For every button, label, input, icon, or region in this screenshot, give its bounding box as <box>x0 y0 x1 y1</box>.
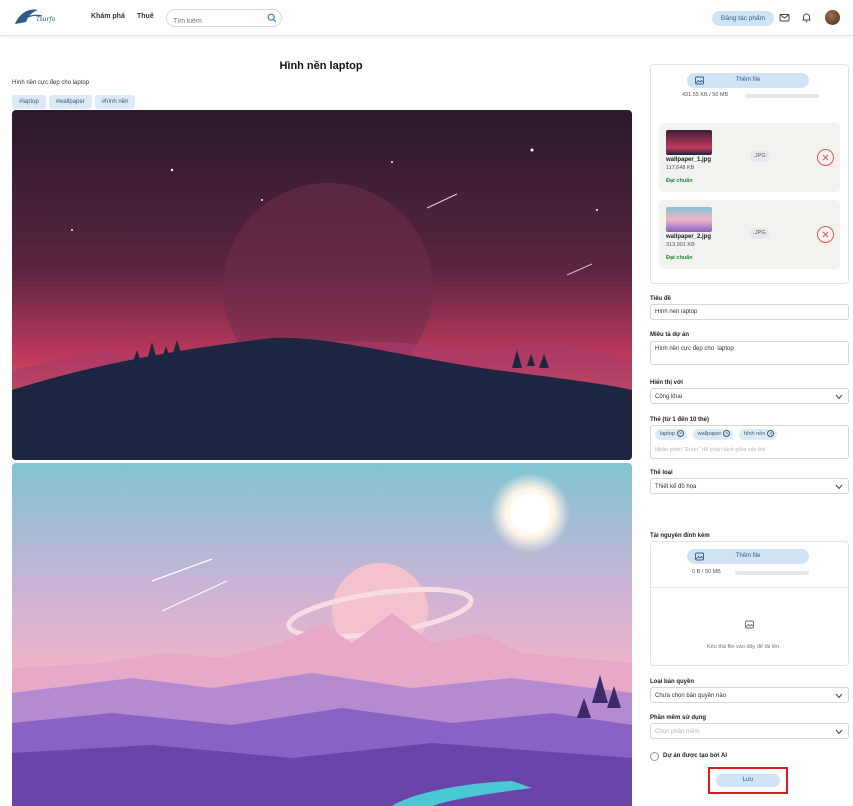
image-icon <box>745 620 754 629</box>
visibility-value: Công khai <box>655 394 683 400</box>
description-label: Miêu tả dự án <box>650 332 690 338</box>
visibility-select[interactable]: Công khai <box>650 388 849 404</box>
tags-label: Thẻ (từ 1 đến 10 thẻ) <box>650 417 710 423</box>
add-file-button[interactable]: Thêm file <box>687 73 809 88</box>
description-field: Hình nền cực đẹp cho laptop <box>650 341 849 365</box>
tag-chip: hình nền × <box>738 429 778 440</box>
nav-hire[interactable]: Thuê <box>137 13 154 20</box>
remove-tag-icon[interactable]: × <box>677 430 684 438</box>
brand-logo[interactable]: Tsurfo <box>12 4 58 30</box>
file-status: Đạt chuẩn <box>666 178 693 184</box>
title-label: Tiêu đề <box>650 296 671 302</box>
add-attachment-button[interactable]: Thêm file <box>687 549 809 564</box>
software-label: Phần mềm sử dụng <box>650 715 707 721</box>
title-input[interactable] <box>651 305 848 319</box>
category-select[interactable]: Thiết kế đồ họa <box>650 478 849 494</box>
ai-project-label: Dự án được tạo bởi AI <box>663 753 728 759</box>
image-icon <box>695 76 704 85</box>
file-size: 313,901 KB <box>666 242 695 248</box>
remove-tag-icon[interactable]: × <box>767 430 775 438</box>
tag-chip-label: laptop <box>660 431 675 437</box>
mail-icon[interactable] <box>779 12 790 23</box>
page-title: Hình nền laptop <box>279 60 363 72</box>
add-attachment-label: Thêm file <box>735 553 761 559</box>
chevron-down-icon <box>835 729 843 735</box>
category-value: Thiết kế đồ họa <box>655 484 697 490</box>
tag-wallpaper[interactable]: #wallpaper <box>48 95 92 109</box>
remove-file-button[interactable] <box>817 149 834 166</box>
software-placeholder: Chọn phần mềm <box>655 729 700 735</box>
add-file-label: Thêm file <box>735 77 761 83</box>
remove-tag-icon[interactable]: × <box>723 430 731 438</box>
wallpaper-image-2 <box>12 463 632 806</box>
attachment-quota-bar <box>735 571 809 575</box>
post-work-button[interactable]: Đăng tác phẩm <box>712 11 774 26</box>
tag-chips: laptop × wallpaper × hình nền × <box>655 429 781 440</box>
file-name: wallpaper_1.jpg <box>666 157 712 163</box>
ai-project-radio[interactable] <box>650 752 659 761</box>
search-box <box>166 9 282 30</box>
search-icon[interactable] <box>267 13 277 23</box>
drop-zone[interactable]: Kéo thả file vào đây để tải lên. <box>651 588 848 665</box>
save-button-highlight: Lưu <box>708 767 788 794</box>
software-select[interactable]: Chọn phần mềm <box>650 723 849 739</box>
upload-quota-bar <box>745 94 819 98</box>
attachments-label: Tài nguyên đính kèm <box>650 533 710 539</box>
file-status: Đạt chuẩn <box>666 255 693 261</box>
description-textarea[interactable]: Hình nền cực đẹp cho laptop <box>651 342 848 362</box>
bell-icon[interactable] <box>801 12 812 23</box>
attachments-panel: Thêm file 0 B / 50 MB Kéo thả file vào đ… <box>650 541 849 666</box>
file-thumbnail <box>666 130 712 155</box>
file-size: 117,648 KB <box>666 165 695 171</box>
drop-zone-text: Kéo thả file vào đây để tải lên. <box>707 644 781 650</box>
search-input[interactable] <box>167 13 263 30</box>
close-icon <box>822 231 829 238</box>
tag-chip: wallpaper × <box>692 429 734 440</box>
license-value: Chưa chọn bản quyền nào <box>655 693 727 699</box>
file-thumbnail <box>666 207 712 232</box>
tag-chip-label: wallpaper <box>697 431 722 437</box>
close-icon <box>822 154 829 161</box>
category-label: Thể loại <box>650 470 673 476</box>
wallpaper-image-1 <box>12 110 632 460</box>
tag-chip: laptop × <box>655 429 687 440</box>
nav-explore[interactable]: Khám phá <box>91 13 125 20</box>
project-tags: #laptop #wallpaper #hình nền <box>12 95 136 109</box>
save-button[interactable]: Lưu <box>716 774 780 787</box>
file-name: wallpaper_2.jpg <box>666 234 712 240</box>
tags-hint: Nhấn phím "Enter" để phân tách giữa các … <box>655 447 766 453</box>
license-select[interactable]: Chưa chọn bản quyền nào <box>650 687 849 703</box>
top-navbar: Tsurfo Khám phá Thuê Đăng tác phẩm <box>0 0 853 36</box>
file-extension-badge: .JPG <box>750 228 769 239</box>
remove-file-button[interactable] <box>817 226 834 243</box>
chevron-down-icon <box>835 394 843 400</box>
tag-hinh-nen[interactable]: #hình nền <box>94 95 136 109</box>
logo-lettering: Tsurfo <box>36 16 56 23</box>
file-extension-badge: .JPG <box>750 151 769 162</box>
file-card: wallpaper_1.jpg 117,648 KB Đạt chuẩn .JP… <box>659 123 840 192</box>
file-card: wallpaper_2.jpg 313,901 KB Đạt chuẩn .JP… <box>659 200 840 269</box>
upload-panel: Thêm file 431.55 KB / 50 MB wallpaper_1.… <box>650 64 849 284</box>
title-field <box>650 304 849 320</box>
tag-laptop[interactable]: #laptop <box>12 95 46 109</box>
tags-field[interactable]: laptop × wallpaper × hình nền × Nhấn phím "… <box>650 425 849 459</box>
visibility-label: Hiển thị với <box>650 380 683 386</box>
upload-quota: 431.55 KB / 50 MB <box>682 92 729 98</box>
chevron-down-icon <box>835 484 843 490</box>
image-icon <box>695 552 704 561</box>
project-description: Hình nền cực đẹp cho laptop <box>12 80 90 86</box>
avatar[interactable] <box>825 10 840 25</box>
tag-chip-label: hình nền <box>743 431 766 437</box>
chevron-down-icon <box>835 693 843 699</box>
license-label: Loại bản quyền <box>650 679 695 685</box>
attachment-quota: 0 B / 50 MB <box>692 569 721 575</box>
